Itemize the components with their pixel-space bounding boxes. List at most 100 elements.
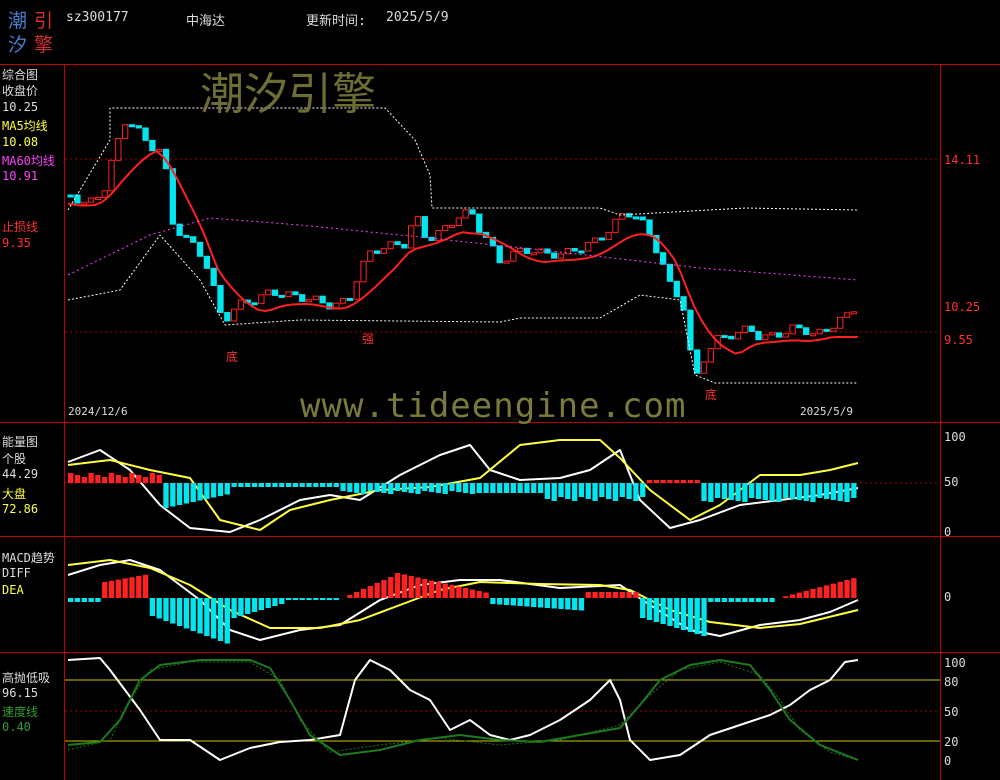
lower-band bbox=[67, 234, 858, 384]
macd-bar-up bbox=[599, 592, 605, 598]
energy-bar-up bbox=[646, 480, 653, 483]
energy-bar-up bbox=[653, 480, 659, 483]
candle-down bbox=[183, 234, 190, 238]
energy-market-label: 大盘 bbox=[2, 487, 27, 501]
marker-strong: 强 bbox=[362, 332, 375, 346]
macd-bar-down bbox=[694, 598, 700, 634]
macd-bar-down bbox=[578, 598, 585, 611]
energy-bar-down bbox=[599, 483, 605, 497]
macd-bar-down bbox=[687, 598, 694, 632]
energy-bar-down bbox=[251, 483, 258, 487]
macd-bar-up bbox=[367, 586, 373, 598]
energy-bar-down bbox=[803, 483, 809, 501]
energy-bar-down bbox=[265, 483, 271, 487]
macd-bar-down bbox=[279, 598, 285, 604]
tide-speed-value: 0.40 bbox=[2, 720, 31, 734]
tide-value: 96.15 bbox=[2, 686, 39, 700]
macd-bar-down bbox=[762, 598, 768, 602]
macd-bar-up bbox=[796, 592, 803, 598]
energy-bar-down bbox=[817, 483, 823, 498]
macd-bar-down bbox=[558, 598, 564, 609]
macd-bar-down bbox=[640, 598, 646, 618]
energy-bar-down bbox=[367, 483, 373, 491]
macd-bar-down bbox=[238, 598, 244, 616]
energy-bar-down bbox=[531, 483, 537, 493]
energy-bar-up bbox=[149, 473, 156, 483]
energy-bar-down bbox=[510, 483, 516, 493]
energy-bar-up bbox=[660, 480, 666, 483]
energy-bar-down bbox=[714, 483, 721, 498]
candle-down bbox=[523, 247, 531, 255]
candle-down bbox=[469, 209, 476, 215]
energy-bar-down bbox=[783, 483, 789, 498]
candle-down bbox=[135, 125, 142, 129]
candle-down bbox=[796, 324, 803, 329]
right-label-low: 9.55 bbox=[944, 333, 973, 347]
energy-bar-down bbox=[837, 483, 843, 501]
energy-title: 能量图 bbox=[2, 435, 39, 449]
macd-bar-down bbox=[68, 598, 74, 602]
macd-bar-up bbox=[783, 596, 789, 598]
energy-bar-down bbox=[374, 483, 380, 492]
date-end: 2025/5/9 bbox=[800, 405, 853, 418]
macd-bar-down bbox=[292, 598, 299, 600]
macd-bar-up bbox=[435, 582, 442, 598]
energy-bar-down bbox=[238, 483, 244, 487]
energy-bar-up bbox=[667, 480, 673, 483]
candle-down bbox=[646, 219, 653, 236]
candle-up bbox=[762, 334, 769, 341]
candle-up bbox=[516, 247, 524, 252]
energy-bar-down bbox=[456, 483, 462, 492]
candle-down bbox=[67, 194, 74, 198]
macd-bar-down bbox=[667, 598, 673, 626]
macd-bar-down bbox=[190, 598, 196, 631]
macd-bar-down bbox=[517, 598, 523, 606]
candle-down bbox=[142, 127, 149, 141]
energy-bar-down bbox=[197, 483, 203, 501]
energy-bar-down bbox=[571, 483, 578, 501]
candle-up bbox=[81, 201, 88, 205]
candle-down bbox=[748, 325, 755, 332]
candle-down bbox=[660, 252, 667, 265]
energy-bar-down bbox=[204, 483, 210, 499]
energy-bar-up bbox=[122, 477, 128, 483]
candle-up bbox=[850, 311, 857, 315]
macd-bar-down bbox=[714, 598, 721, 602]
energy-bar-down bbox=[306, 483, 312, 487]
energy-bar-down bbox=[333, 483, 339, 487]
candle-up bbox=[387, 241, 394, 250]
candle-down bbox=[755, 330, 762, 341]
macd-bar-down bbox=[163, 598, 169, 621]
macd-bar-down bbox=[170, 598, 176, 624]
macd-bar-up bbox=[415, 577, 421, 598]
macd-bar-up bbox=[122, 578, 128, 598]
lines-group bbox=[67, 107, 859, 761]
energy-bar-down bbox=[428, 483, 435, 492]
energy-stock-value: 44.29 bbox=[2, 467, 39, 481]
right-label-close: 10.25 bbox=[944, 300, 981, 314]
energy-bar-up bbox=[68, 473, 74, 483]
macd-bar-up bbox=[408, 576, 414, 598]
candle-down bbox=[496, 245, 503, 264]
candle-up bbox=[503, 260, 510, 264]
macd-bar-down bbox=[571, 598, 578, 610]
macd-bar-up bbox=[851, 578, 857, 598]
energy-bar-up bbox=[136, 475, 142, 483]
energy-bar-down bbox=[319, 483, 326, 487]
watermark-url: www.tideengine.com bbox=[300, 386, 687, 426]
macd-bar-down bbox=[81, 598, 87, 602]
energy-bar-down bbox=[292, 483, 299, 487]
energy-bar-up bbox=[129, 473, 135, 483]
ma60-label: MA60均线 bbox=[2, 154, 55, 168]
bars-group bbox=[68, 473, 857, 644]
macd-bar-down bbox=[319, 598, 326, 600]
energy-bar-down bbox=[592, 483, 598, 501]
energy-bar-down bbox=[313, 483, 319, 487]
candle-down bbox=[217, 284, 224, 313]
macd-bar-up bbox=[360, 589, 367, 598]
energy-bar-down bbox=[755, 483, 762, 499]
tide-axis-80: 80 bbox=[944, 675, 959, 689]
candle-down bbox=[803, 327, 810, 335]
energy-bar-down bbox=[401, 483, 408, 492]
candle-down bbox=[128, 124, 136, 128]
